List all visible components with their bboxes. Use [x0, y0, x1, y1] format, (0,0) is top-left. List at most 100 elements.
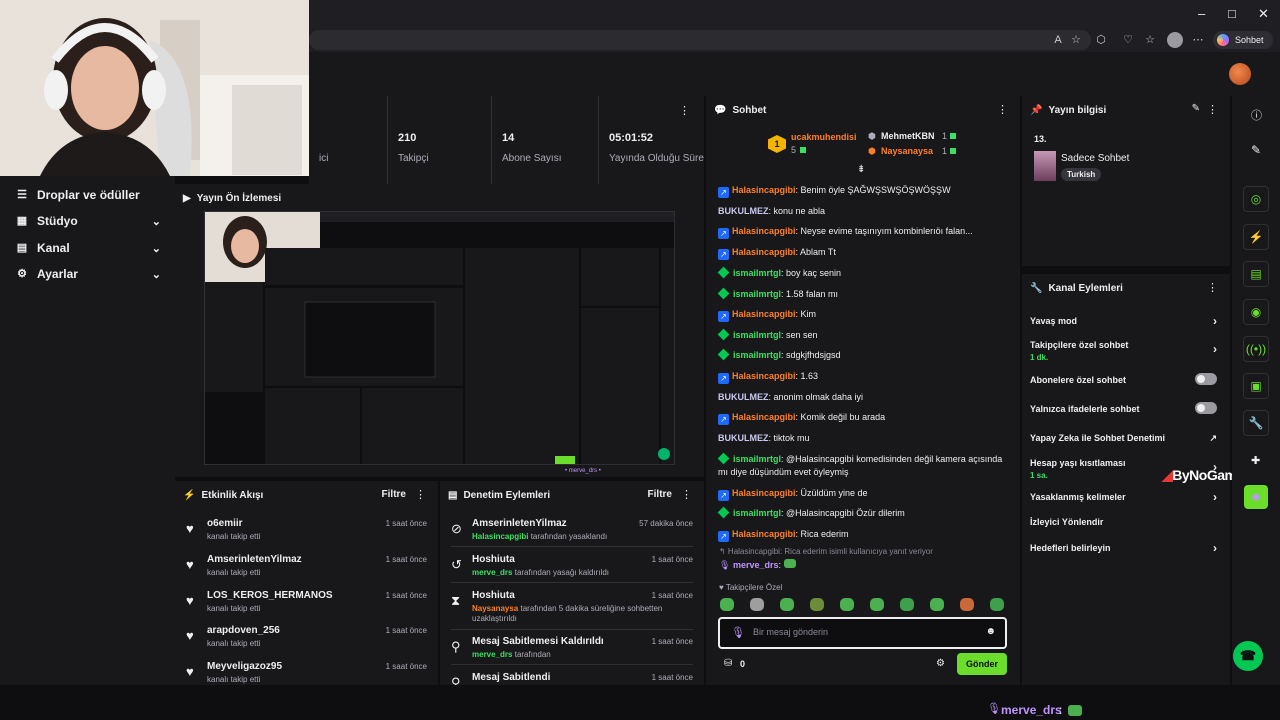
- more-options-icon[interactable]: ⋮: [415, 488, 426, 501]
- activity-filter-button[interactable]: Filtre: [382, 489, 406, 500]
- stream-preview-video[interactable]: [204, 211, 675, 465]
- reply-user[interactable]: merve_drs: [733, 560, 779, 570]
- mic-icon[interactable]: 🎙: [731, 626, 745, 639]
- activity-row[interactable]: ♥ LOS_KEROS_HERMANOS kanalı takip etti 1…: [175, 587, 438, 623]
- emoji-picker-icon[interactable]: ☻: [985, 626, 996, 637]
- chat-message[interactable]: ↗ Halasincapgibi: Benim öyle ŞAĞWŞSWŞÖŞWÖ…: [718, 184, 1008, 198]
- set-goals-row[interactable]: Hedefleri belirleyin ›: [1030, 542, 1225, 554]
- subscribers-only-toggle[interactable]: [1195, 373, 1217, 385]
- add-action-icon[interactable]: ✚: [1251, 454, 1260, 467]
- leaderboard-second-name[interactable]: MehmetKBN: [881, 131, 935, 141]
- more-options-icon[interactable]: ⋮: [1207, 281, 1218, 294]
- favorites-icon[interactable]: ☆: [1143, 33, 1157, 47]
- extension-icon[interactable]: ◆: [1244, 485, 1268, 509]
- mod-action-row[interactable]: ⚲ Mesaj Sabitlendi 1 saat önce: [440, 669, 704, 685]
- emote-only-row[interactable]: Yalnızca ifadelerle sohbet: [1030, 402, 1225, 415]
- banned-words-row[interactable]: Yasaklanmış kelimeler ›: [1030, 491, 1225, 503]
- browser-essentials-icon[interactable]: ♡: [1121, 33, 1135, 47]
- help-icon[interactable]: ☎: [1233, 641, 1263, 671]
- activity-row[interactable]: ♥ o6emiir kanalı takip etti 1 saat önce: [175, 515, 438, 551]
- user-avatar[interactable]: [1229, 63, 1251, 85]
- chat-message[interactable]: ↗ Halasincapgibi: Kim: [718, 308, 1008, 322]
- stream-tag[interactable]: Turkish: [1061, 168, 1102, 181]
- chat-message[interactable]: BUKULMEZ: konu ne abla: [718, 205, 1008, 218]
- redirect-viewers-row[interactable]: İzleyici Yönlendir: [1030, 516, 1225, 528]
- chat-username[interactable]: Halasincapgibi: [732, 529, 796, 539]
- more-menu-icon[interactable]: ⋯: [1191, 33, 1205, 47]
- nav-settings[interactable]: ⚙ Ayarlar ⌄: [0, 261, 175, 287]
- activity-row[interactable]: ♥ AmserinletenYilmaz kanalı takip etti 1…: [175, 551, 438, 587]
- chat-username[interactable]: Halasincapgibi: [732, 412, 796, 422]
- clip-camera-icon[interactable]: ◎: [1243, 186, 1269, 212]
- chat-message[interactable]: ismailmrtgl: sdgkjfhdsjgsd: [717, 348, 1008, 362]
- chat-message[interactable]: ismailmrtgl: @Halasincapgibi komedisinde…: [717, 452, 1008, 479]
- chat-message[interactable]: ismailmrtgl: @Halasincapgibi Özür dileri…: [717, 506, 1008, 520]
- chat-message[interactable]: ↗ Halasincapgibi: Ablam Tt: [718, 246, 1008, 260]
- chat-icon[interactable]: ◉: [1243, 299, 1269, 325]
- chat-username[interactable]: Halasincapgibi: [732, 185, 796, 195]
- profile-avatar[interactable]: [1167, 32, 1183, 48]
- chat-settings-icon[interactable]: ⚙: [936, 658, 945, 669]
- emote-icon[interactable]: [930, 598, 944, 611]
- emote-icon[interactable]: [870, 598, 884, 611]
- read-aloud-icon[interactable]: A: [1051, 33, 1065, 47]
- extensions-icon[interactable]: ⬡: [1094, 33, 1108, 47]
- chat-message[interactable]: BUKULMEZ: tiktok mu: [718, 432, 1008, 445]
- chat-username[interactable]: Halasincapgibi: [732, 226, 796, 236]
- emote-icon[interactable]: [960, 598, 974, 611]
- channel-points-icon[interactable]: ⛁: [724, 658, 732, 669]
- leaderboard-first-name[interactable]: ucakmuhendisi: [791, 132, 857, 142]
- slow-mode-row[interactable]: Yavaş mod ›: [1030, 315, 1225, 327]
- emote-icon[interactable]: [720, 598, 734, 611]
- chat-message[interactable]: BUKULMEZ: anonim olmak daha iyi: [718, 391, 1008, 404]
- close-window-button[interactable]: ✕: [1258, 6, 1269, 22]
- chat-message[interactable]: ↗ Halasincapgibi: Üzüldüm yine de: [718, 487, 1008, 501]
- chat-username[interactable]: ismailmrtgl: [733, 330, 781, 340]
- chat-username[interactable]: ismailmrtgl: [733, 454, 781, 464]
- nav-drops[interactable]: ☰ Droplar ve ödüller: [0, 182, 175, 208]
- emote-icon[interactable]: [990, 598, 1004, 611]
- nav-channel[interactable]: ▤ Kanal ⌄: [0, 235, 175, 261]
- copilot-button[interactable]: Sohbet et: [1213, 31, 1273, 63]
- chat-message[interactable]: ↗ Halasincapgibi: 1.63: [718, 370, 1008, 384]
- chat-message[interactable]: ismailmrtgl: 1.58 falan mı: [717, 287, 1008, 301]
- raid-broadcast-icon[interactable]: ((•)): [1243, 336, 1269, 362]
- edit-stream-icon[interactable]: ✎: [1251, 143, 1261, 157]
- chat-username[interactable]: ismailmrtgl: [733, 508, 781, 518]
- favorite-star-icon[interactable]: ☆: [1069, 33, 1083, 47]
- chat-message[interactable]: ↗ Halasincapgibi: Komik değil bu arada: [718, 411, 1008, 425]
- chat-username[interactable]: BUKULMEZ: [718, 392, 769, 402]
- chat-message[interactable]: ismailmrtgl: sen sen: [717, 328, 1008, 342]
- chat-username[interactable]: ismailmrtgl: [733, 350, 781, 360]
- send-button[interactable]: Gönder: [957, 653, 1007, 675]
- collapse-arrow-icon[interactable]: ⇟: [857, 164, 865, 175]
- chat-username[interactable]: Halasincapgibi: [732, 247, 796, 257]
- leaderboard-third-name[interactable]: Naysanaysa: [881, 146, 933, 156]
- emote-only-toggle[interactable]: [1195, 402, 1217, 414]
- emote-icon[interactable]: [840, 598, 854, 611]
- edit-pencil-icon[interactable]: ✎: [1192, 103, 1200, 114]
- mod-action-row[interactable]: ⧗ Hoshiuta Naysanaysa tarafından 5 dakik…: [440, 587, 704, 633]
- chat-username[interactable]: Halasincapgibi: [732, 371, 796, 381]
- notes-icon[interactable]: ▤: [1243, 261, 1269, 287]
- shield-icon[interactable]: ▣: [1243, 373, 1269, 399]
- subscribers-only-row[interactable]: Abonelere özel sohbet: [1030, 373, 1225, 386]
- more-options-icon[interactable]: ⋮: [681, 488, 692, 501]
- emote-icon[interactable]: [750, 598, 764, 611]
- emote-icon[interactable]: [810, 598, 824, 611]
- chat-username[interactable]: BUKULMEZ: [718, 433, 769, 443]
- chat-message[interactable]: ismailmrtgl: boy kaç senin: [717, 266, 1008, 280]
- emote-icon[interactable]: [780, 598, 794, 611]
- followers-only-row[interactable]: Takipçilere özel sohbet 1 dk. ›: [1030, 339, 1225, 364]
- mod-filter-button[interactable]: Filtre: [648, 489, 672, 500]
- chat-username[interactable]: ismailmrtgl: [733, 268, 781, 278]
- chat-input[interactable]: 🎙 Bir mesaj gönderin ☻: [718, 617, 1007, 649]
- maximize-button[interactable]: □: [1228, 6, 1236, 21]
- chat-message[interactable]: ↗ Halasincapgibi: Neyse evime taşınıyım k…: [718, 225, 1008, 239]
- chat-username[interactable]: Halasincapgibi: [732, 488, 796, 498]
- chat-username[interactable]: ismailmrtgl: [733, 289, 781, 299]
- activity-row[interactable]: ♥ arapdoven_256 kanalı takip etti 1 saat…: [175, 622, 438, 658]
- more-options-icon[interactable]: ⋮: [997, 103, 1008, 116]
- address-bar[interactable]: [309, 30, 1091, 50]
- more-options-icon[interactable]: ⋮: [1207, 103, 1218, 116]
